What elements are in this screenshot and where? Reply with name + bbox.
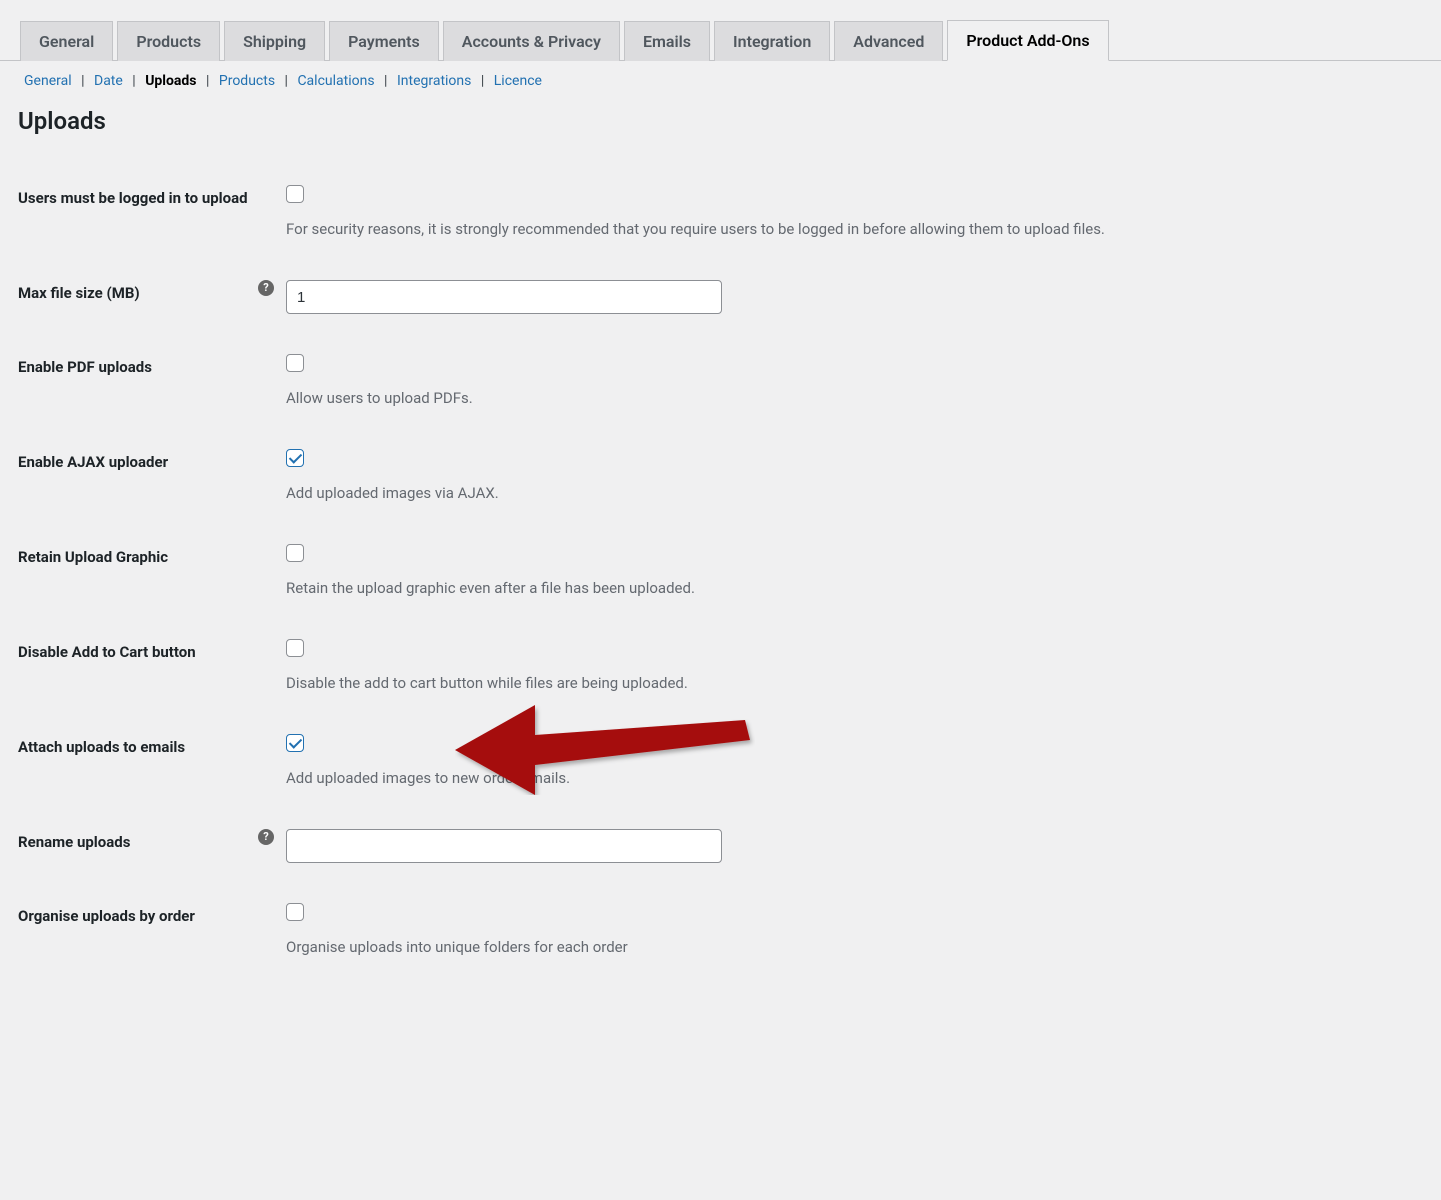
description-organise-uploads: Organise uploads into unique folders for… <box>286 937 1413 958</box>
tab-emails[interactable]: Emails <box>624 21 710 61</box>
subtab-uploads[interactable]: Uploads <box>139 73 202 89</box>
checkbox-organise-uploads[interactable] <box>286 903 304 921</box>
label-enable-ajax: Enable AJAX uploader <box>18 429 258 524</box>
checkbox-attach-emails[interactable] <box>286 734 304 752</box>
description-retain-graphic: Retain the upload graphic even after a f… <box>286 578 1413 599</box>
sub-tabs: General | Date | Uploads | Products | Ca… <box>0 61 1441 89</box>
page-title: Uploads <box>18 107 1423 135</box>
subtab-products[interactable]: Products <box>213 73 281 89</box>
tab-general[interactable]: General <box>20 21 113 61</box>
label-enable-pdf: Enable PDF uploads <box>18 334 258 429</box>
tab-integration[interactable]: Integration <box>714 21 830 61</box>
label-rename-uploads: Rename uploads <box>18 809 258 883</box>
checkbox-retain-graphic[interactable] <box>286 544 304 562</box>
checkbox-enable-ajax[interactable] <box>286 449 304 467</box>
separator: | <box>81 73 84 89</box>
label-attach-emails: Attach uploads to emails <box>18 714 258 809</box>
subtab-calculations[interactable]: Calculations <box>291 73 380 89</box>
checkbox-logged-in[interactable] <box>286 185 304 203</box>
separator: | <box>132 73 135 89</box>
description-disable-add-to-cart: Disable the add to cart button while fil… <box>286 673 1413 694</box>
subtab-integrations[interactable]: Integrations <box>391 73 477 89</box>
label-retain-graphic: Retain Upload Graphic <box>18 524 258 619</box>
checkbox-enable-pdf[interactable] <box>286 354 304 372</box>
label-organise-uploads: Organise uploads by order <box>18 883 258 978</box>
settings-form-table: Users must be logged in to upload For se… <box>18 165 1423 978</box>
tab-advanced[interactable]: Advanced <box>834 21 943 61</box>
main-tabs: General Products Shipping Payments Accou… <box>0 20 1441 61</box>
description-enable-ajax: Add uploaded images via AJAX. <box>286 483 1413 504</box>
label-disable-add-to-cart: Disable Add to Cart button <box>18 619 258 714</box>
separator: | <box>384 73 387 89</box>
help-tip-icon[interactable]: ? <box>258 829 274 845</box>
subtab-general[interactable]: General <box>18 73 78 89</box>
tab-products[interactable]: Products <box>117 21 220 61</box>
help-tip-icon[interactable]: ? <box>258 280 274 296</box>
subtab-licence[interactable]: Licence <box>488 73 548 89</box>
separator: | <box>481 73 484 89</box>
description-attach-emails: Add uploaded images to new order emails. <box>286 768 1413 789</box>
separator: | <box>206 73 209 89</box>
input-max-file-size[interactable] <box>286 280 722 314</box>
description-enable-pdf: Allow users to upload PDFs. <box>286 388 1413 409</box>
input-rename-uploads[interactable] <box>286 829 722 863</box>
tab-product-add-ons[interactable]: Product Add-Ons <box>947 20 1108 61</box>
tab-shipping[interactable]: Shipping <box>224 21 325 61</box>
separator: | <box>285 73 288 89</box>
tab-payments[interactable]: Payments <box>329 21 439 61</box>
description-logged-in: For security reasons, it is strongly rec… <box>286 219 1413 240</box>
label-max-file-size: Max file size (MB) <box>18 260 258 334</box>
checkbox-disable-add-to-cart[interactable] <box>286 639 304 657</box>
subtab-date[interactable]: Date <box>88 73 129 89</box>
tab-accounts-privacy[interactable]: Accounts & Privacy <box>443 21 620 61</box>
label-logged-in: Users must be logged in to upload <box>18 165 258 260</box>
